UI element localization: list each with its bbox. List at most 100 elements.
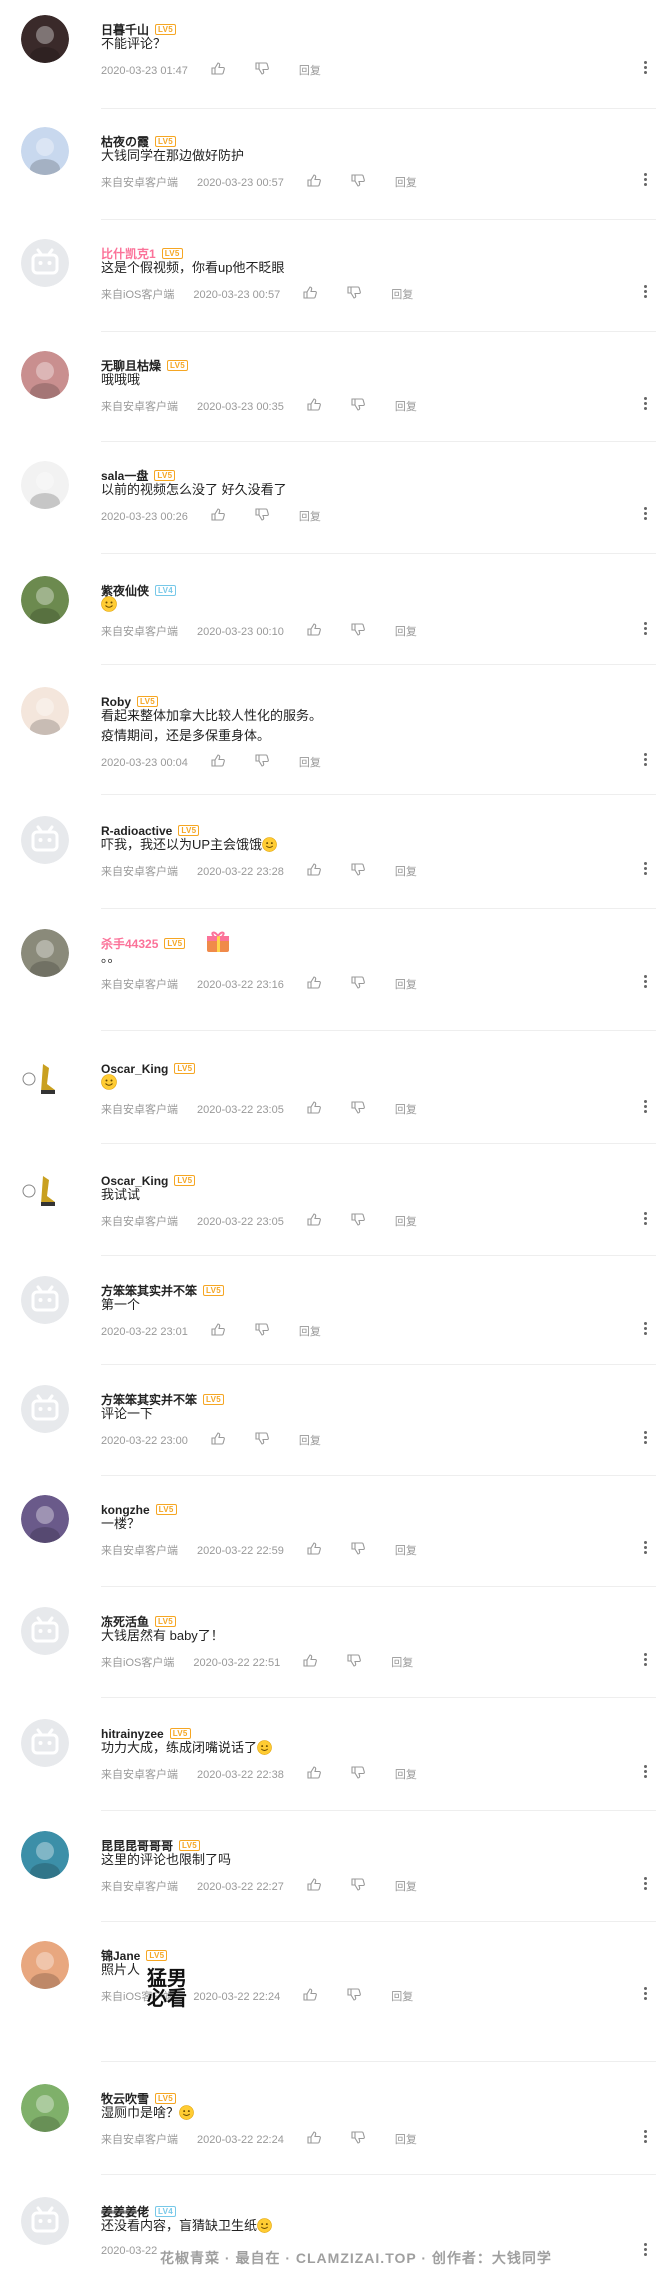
like-icon[interactable] (303, 1988, 318, 2005)
dislike-icon[interactable] (351, 1101, 365, 1118)
avatar[interactable] (21, 2084, 69, 2132)
dislike-icon[interactable] (351, 976, 365, 993)
reply-button[interactable]: 回复 (395, 978, 417, 992)
more-options-icon[interactable] (644, 975, 648, 990)
reply-button[interactable]: 回复 (395, 1880, 417, 1894)
reply-button[interactable]: 回复 (395, 1544, 417, 1558)
more-options-icon[interactable] (644, 1877, 648, 1892)
reply-button[interactable]: 回复 (395, 176, 417, 190)
more-options-icon[interactable] (644, 1100, 648, 1115)
like-icon[interactable] (211, 1323, 225, 1340)
reply-button[interactable]: 回复 (391, 288, 413, 302)
dislike-icon[interactable] (351, 398, 365, 415)
avatar[interactable] (21, 687, 69, 735)
dislike-icon[interactable] (347, 286, 362, 303)
avatar[interactable] (21, 1941, 69, 1989)
avatar[interactable] (21, 816, 69, 864)
reply-button[interactable]: 回复 (395, 1215, 417, 1229)
reply-button[interactable]: 回复 (299, 1325, 321, 1339)
reply-button[interactable]: 回复 (395, 865, 417, 879)
like-icon[interactable] (307, 2131, 321, 2148)
avatar[interactable] (21, 461, 69, 509)
more-options-icon[interactable] (644, 1541, 648, 1556)
avatar[interactable] (21, 351, 69, 399)
more-options-icon[interactable] (644, 1765, 648, 1780)
dislike-icon[interactable] (351, 623, 365, 640)
client-source: 来自安卓客户端 (101, 1215, 178, 1228)
avatar[interactable] (21, 1607, 69, 1655)
like-icon[interactable] (211, 1432, 225, 1449)
more-options-icon[interactable] (644, 1212, 648, 1227)
dislike-icon[interactable] (255, 1323, 269, 1340)
more-options-icon[interactable] (644, 397, 648, 412)
like-icon[interactable] (307, 976, 321, 993)
more-options-icon[interactable] (644, 2130, 648, 2145)
like-icon[interactable] (307, 174, 321, 191)
like-icon[interactable] (307, 398, 321, 415)
dislike-icon[interactable] (255, 754, 269, 771)
more-options-icon[interactable] (644, 1322, 648, 1337)
reply-button[interactable]: 回复 (299, 1434, 321, 1448)
avatar[interactable] (21, 1495, 69, 1543)
more-options-icon[interactable] (644, 173, 648, 188)
like-icon[interactable] (307, 863, 321, 880)
avatar[interactable] (21, 1831, 69, 1879)
avatar[interactable] (21, 15, 69, 63)
reply-button[interactable]: 回复 (299, 756, 321, 770)
more-options-icon[interactable] (644, 285, 648, 300)
dislike-icon[interactable] (255, 62, 269, 79)
like-icon[interactable] (307, 1213, 321, 1230)
avatar[interactable] (21, 239, 69, 287)
dislike-icon[interactable] (351, 1878, 365, 1895)
like-icon[interactable] (303, 286, 318, 303)
avatar[interactable] (21, 2197, 69, 2245)
dislike-icon[interactable] (351, 1213, 365, 1230)
dislike-icon[interactable] (351, 174, 365, 191)
like-icon[interactable] (211, 754, 225, 771)
dislike-icon[interactable] (351, 863, 365, 880)
more-options-icon[interactable] (644, 1431, 648, 1446)
reply-button[interactable]: 回复 (395, 400, 417, 414)
more-options-icon[interactable] (644, 622, 648, 637)
dislike-icon[interactable] (347, 1654, 362, 1671)
more-options-icon[interactable] (644, 507, 648, 522)
reply-button[interactable]: 回复 (395, 1768, 417, 1782)
dislike-icon[interactable] (351, 1766, 365, 1783)
more-options-icon[interactable] (644, 2243, 648, 2258)
avatar[interactable] (21, 929, 69, 977)
avatar[interactable] (21, 1385, 69, 1433)
more-options-icon[interactable] (644, 61, 648, 76)
more-options-icon[interactable] (644, 862, 648, 877)
like-icon[interactable] (307, 1101, 321, 1118)
comment-meta: 来自安卓客户端 2020-03-22 22:38 回复 (101, 1766, 417, 1783)
more-options-icon[interactable] (644, 1653, 648, 1668)
reply-button[interactable]: 回复 (391, 1656, 413, 1670)
dislike-icon[interactable] (351, 2131, 365, 2148)
more-options-icon[interactable] (644, 753, 648, 768)
dislike-icon[interactable] (351, 1542, 365, 1559)
like-icon[interactable] (211, 62, 225, 79)
like-icon[interactable] (211, 508, 225, 525)
avatar[interactable] (21, 127, 69, 175)
like-icon[interactable] (307, 1878, 321, 1895)
reply-button[interactable]: 回复 (395, 1103, 417, 1117)
dislike-icon[interactable] (255, 1432, 269, 1449)
reply-button[interactable]: 回复 (391, 1990, 413, 2004)
timestamp: 2020-03-23 00:57 (197, 176, 284, 189)
avatar[interactable] (21, 576, 69, 624)
avatar[interactable] (21, 1719, 69, 1767)
reply-button[interactable]: 回复 (395, 2133, 417, 2147)
dislike-icon[interactable] (347, 1988, 362, 2005)
avatar[interactable] (21, 1166, 69, 1214)
like-icon[interactable] (307, 623, 321, 640)
like-icon[interactable] (307, 1542, 321, 1559)
dislike-icon[interactable] (255, 508, 269, 525)
like-icon[interactable] (303, 1654, 318, 1671)
like-icon[interactable] (307, 1766, 321, 1783)
avatar[interactable] (21, 1276, 69, 1324)
reply-button[interactable]: 回复 (299, 510, 321, 524)
reply-button[interactable]: 回复 (299, 64, 321, 78)
avatar[interactable] (21, 1054, 69, 1102)
reply-button[interactable]: 回复 (395, 625, 417, 639)
more-options-icon[interactable] (644, 1987, 648, 2002)
